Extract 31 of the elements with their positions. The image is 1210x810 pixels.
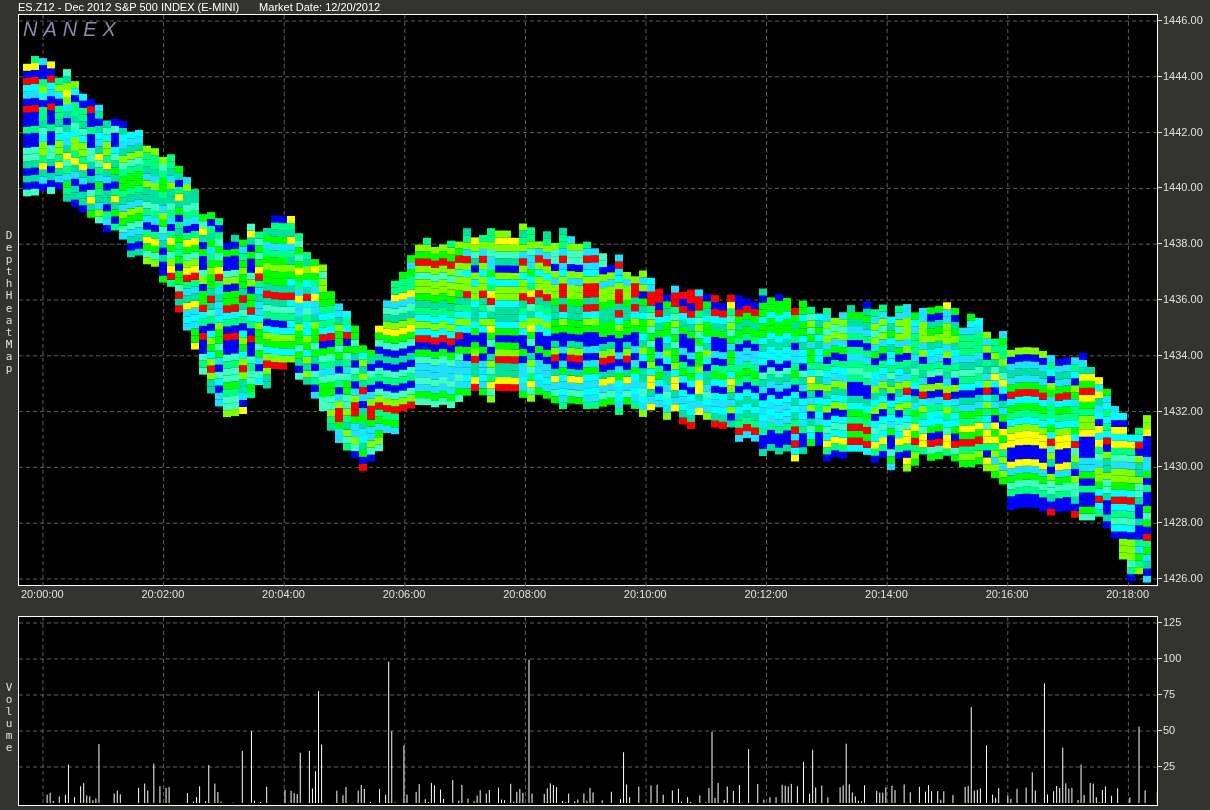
time-tick-label: 20:10:00 bbox=[622, 589, 668, 602]
price-tick-label: 1430.00 bbox=[1163, 461, 1203, 473]
price-tick-label: 1428.00 bbox=[1163, 517, 1203, 529]
price-tick-label: 1442.00 bbox=[1163, 126, 1203, 138]
time-tick-label: 20:08:00 bbox=[502, 589, 548, 602]
time-tick-label: 20:04:00 bbox=[261, 589, 306, 602]
price-tick-label: 1438.00 bbox=[1163, 238, 1203, 250]
time-tick-label: 20:16:00 bbox=[984, 589, 1030, 602]
price-tick-label: 1426.00 bbox=[1163, 573, 1203, 584]
time-tick-label: 20:06:00 bbox=[381, 589, 427, 602]
price-tick-label: 1436.00 bbox=[1163, 294, 1203, 305]
chart-title: ES.Z12 - Dec 2012 S&P 500 INDEX (E-MINI) bbox=[18, 1, 240, 13]
volume-tick-label: 100 bbox=[1163, 653, 1182, 664]
price-tick-label: 1434.00 bbox=[1163, 349, 1203, 361]
price-tick-label: 1440.00 bbox=[1163, 182, 1203, 194]
price-tick-label: 1444.00 bbox=[1163, 70, 1203, 82]
axis-title: Volume bbox=[5, 682, 13, 755]
volume-tick-label: 50 bbox=[1163, 725, 1176, 736]
price-tick-label: 1446.00 bbox=[1163, 15, 1203, 26]
time-tick-label: 20:14:00 bbox=[864, 589, 909, 602]
price-tick-label: 1432.00 bbox=[1163, 405, 1203, 417]
market-date: Market Date: 12/20/2012 bbox=[259, 1, 381, 13]
volume-tick-label: 25 bbox=[1163, 761, 1176, 772]
time-tick-label: 20:12:00 bbox=[743, 589, 789, 602]
volume-tick-label: 125 bbox=[1163, 617, 1182, 628]
axis-title: Depth Heat Map bbox=[5, 230, 13, 376]
time-tick-label: 20:00:00 bbox=[19, 589, 65, 602]
time-tick-label: 20:02:00 bbox=[140, 589, 186, 602]
watermark-logo: NANEX bbox=[23, 19, 122, 39]
volume-tick-label: 75 bbox=[1163, 689, 1176, 700]
time-tick-label: 20:18:00 bbox=[1105, 589, 1151, 602]
